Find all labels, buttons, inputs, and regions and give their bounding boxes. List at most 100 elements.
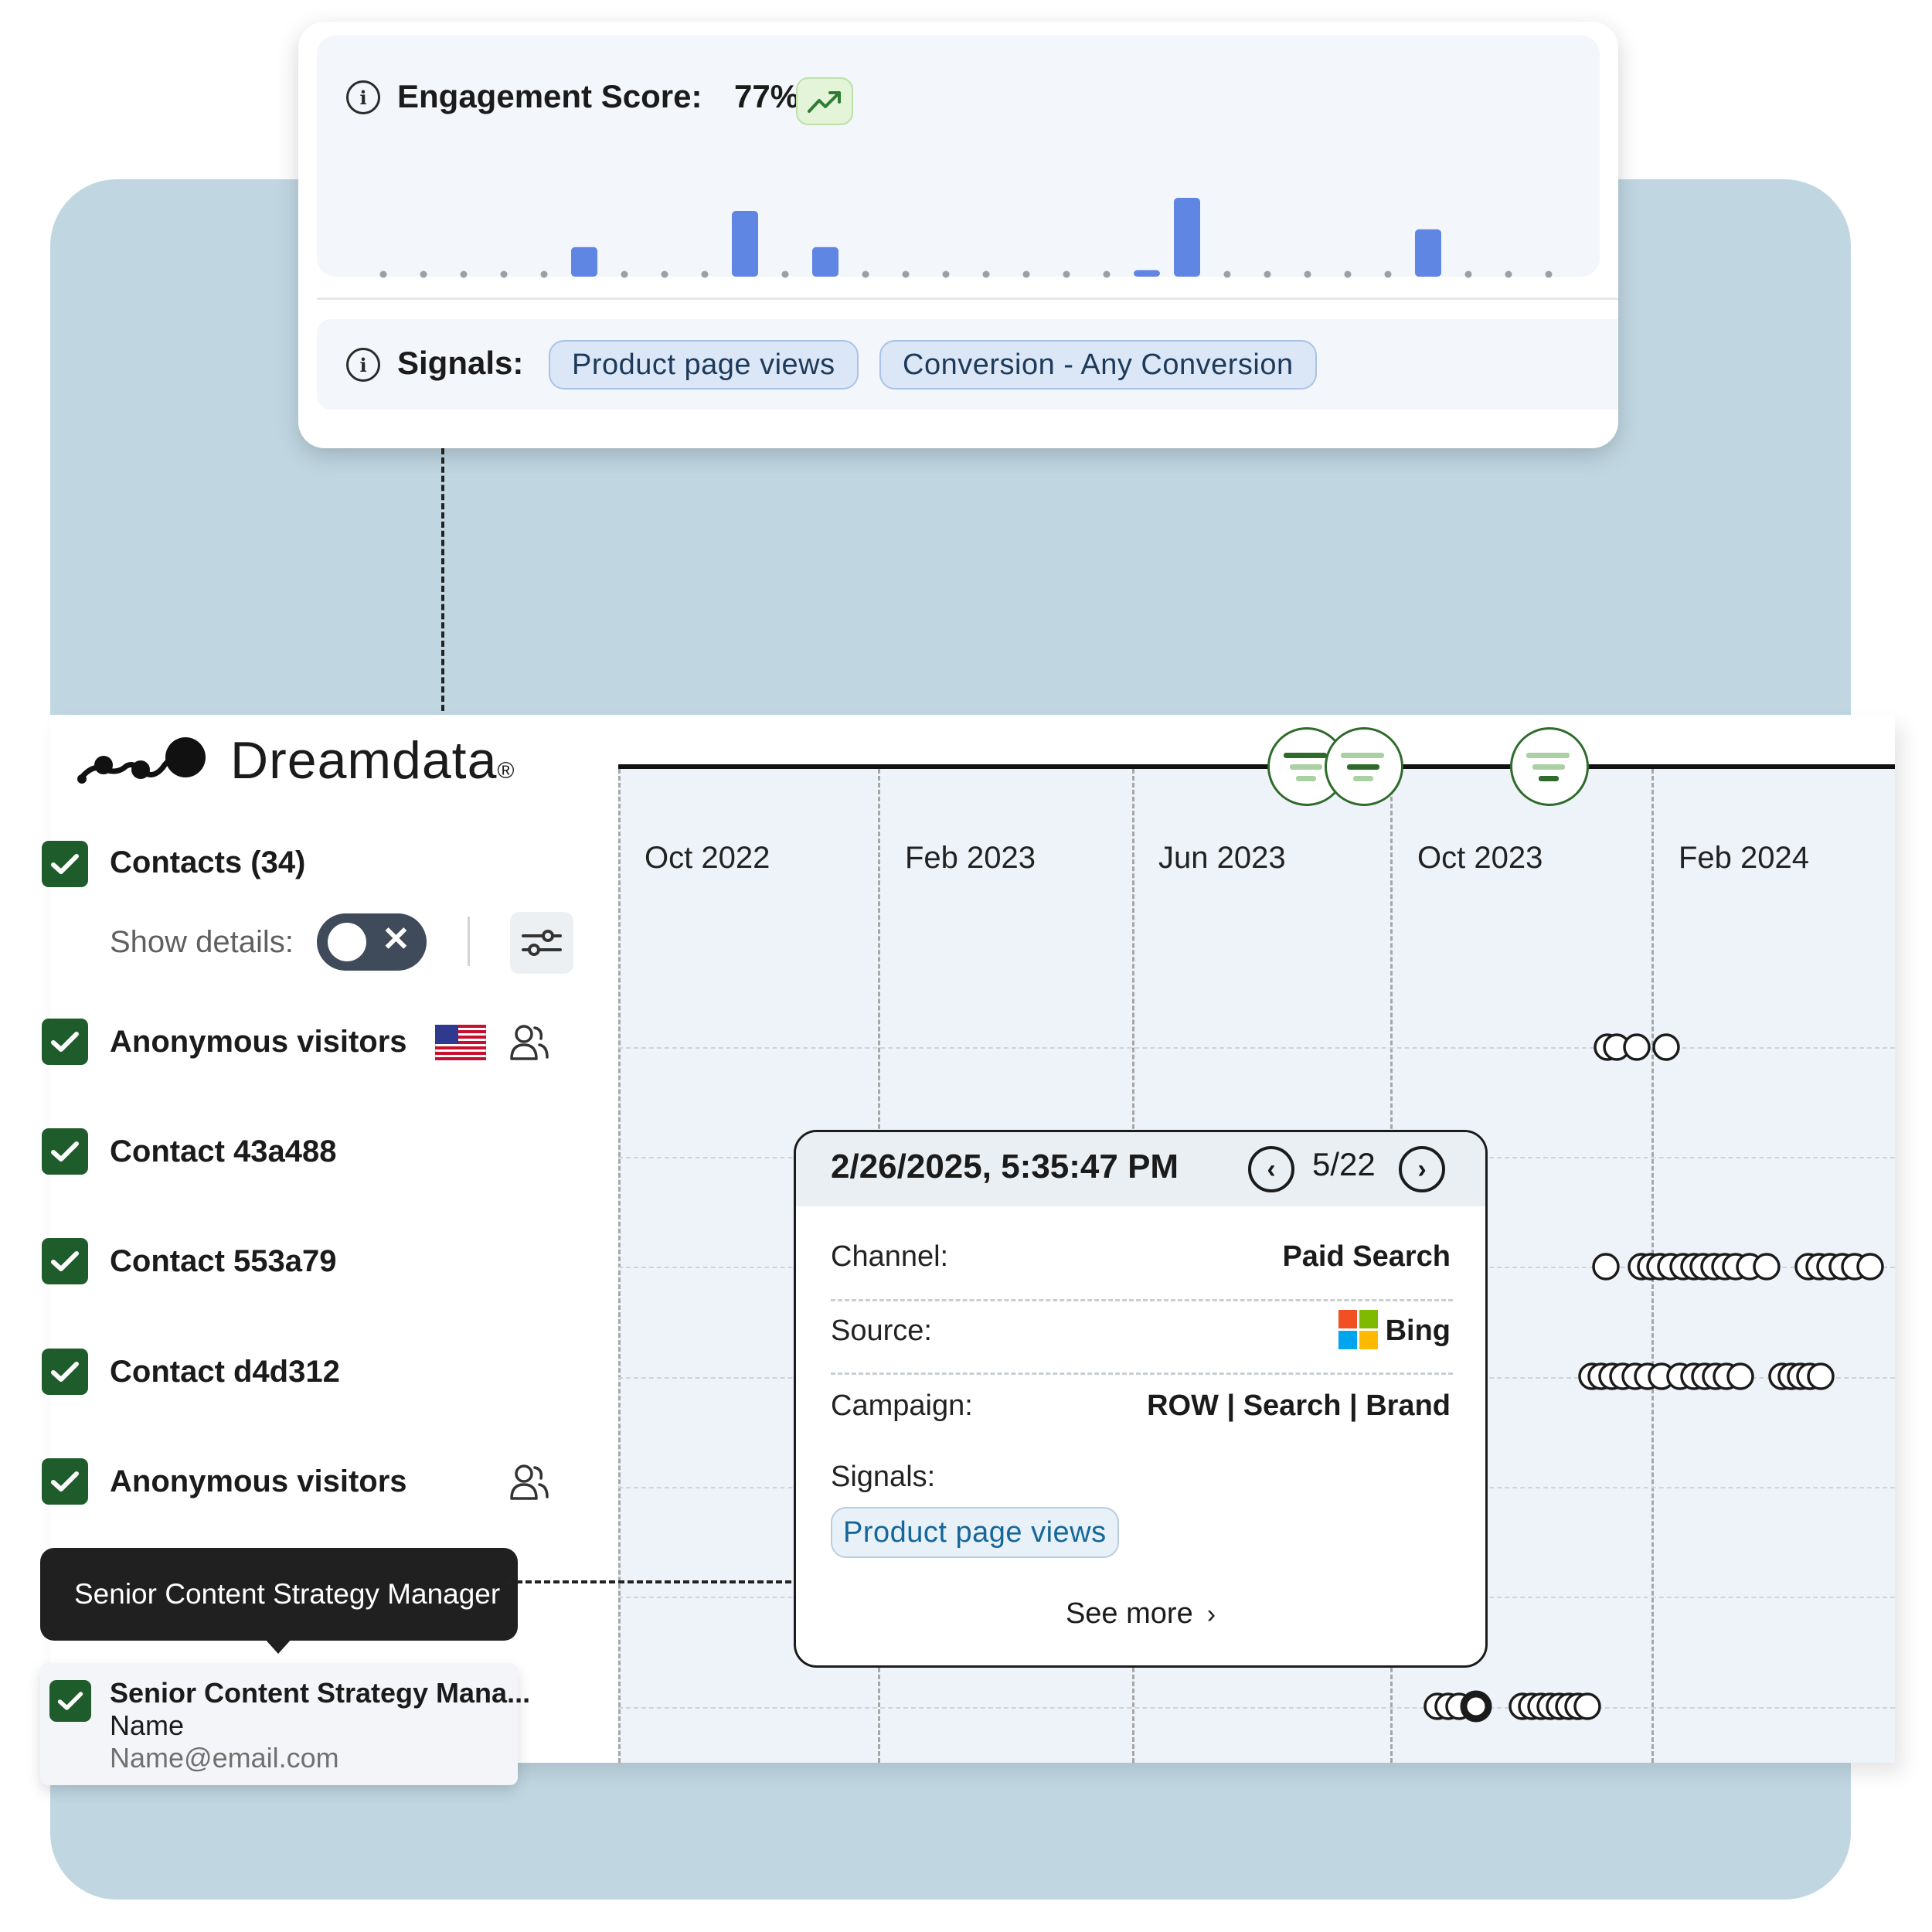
month-label: Oct 2022 [645,841,770,875]
people-icon [510,1464,549,1500]
engagement-card: i Engagement Score: 77% i Signals: Produ… [298,22,1618,448]
brand-name: Dreamdata® [230,731,515,790]
row-checkbox[interactable] [42,1349,88,1395]
row-checkbox[interactable] [42,1019,88,1065]
contacts-checkbox[interactable] [42,841,88,887]
engagement-sparkline [379,198,1553,278]
campaign-value: ROW | Search | Brand [1147,1389,1451,1422]
connector-line [441,448,444,711]
popup-divider [831,1372,1453,1375]
sparkline-bar [1174,198,1200,277]
tooltip-arrow [264,1638,292,1654]
trending-up-icon[interactable] [796,77,853,125]
popup-signals-label: Signals: [831,1461,936,1493]
signal-chip-product-page-views[interactable]: Product page views [549,340,859,389]
month-label: Jun 2023 [1158,841,1286,875]
sparkline-dot [1264,270,1271,278]
row-label-anonymous-visitors[interactable]: Anonymous visitors [110,1025,407,1060]
month-label: Feb 2024 [1679,841,1810,875]
timeline-axis [618,764,1895,769]
chevron-right-icon: › [1206,1600,1216,1629]
contact-card[interactable]: Senior Content Strategy Mana... Name Nam… [40,1663,530,1785]
sparkline-bar [571,247,597,277]
source-value: Bing [1385,1315,1451,1347]
sparkline-dot [1063,270,1070,278]
row-label-contact[interactable]: Contact 553a79 [110,1244,336,1279]
sparkline-dot [661,270,668,278]
month-label: Oct 2023 [1417,841,1543,875]
engagement-score-section: i Engagement Score: 77% [317,36,1600,278]
campaign-label: Campaign: [831,1389,973,1422]
signals-section: i Signals: Product page views Conversion… [317,319,1618,410]
touchpoint-details-popup: 2/26/2025, 5:35:47 PM ‹ 5/22 › Channel: … [794,1130,1488,1668]
channel-value: Paid Search [1282,1240,1451,1273]
row-checkbox[interactable] [42,1458,88,1505]
contact-title: Senior Content Strategy Mana... [110,1677,531,1709]
sparkline-dot [621,270,628,278]
sparkline-dot [460,270,468,278]
chevron-left-icon[interactable]: ‹ [1248,1146,1294,1192]
show-details-toggle[interactable]: ✕ [317,913,427,971]
signal-chip-conversion[interactable]: Conversion - Any Conversion [879,340,1317,389]
sparkline-dot [379,270,387,278]
dreamdata-logo-icon [77,737,206,784]
microsoft-logo-icon [1338,1310,1378,1349]
sparkline-bar [812,247,838,277]
sparkline-bar [732,211,758,277]
popup-signal-chip[interactable]: Product page views [831,1507,1119,1558]
sparkline-dot [420,270,427,278]
sparkline-dot [500,270,508,278]
sparkline-dot [1223,270,1231,278]
popup-header: 2/26/2025, 5:35:47 PM ‹ 5/22 › [796,1132,1485,1206]
sparkline-dot [1304,270,1311,278]
sparkline-dot [540,270,548,278]
sparkline-dot [1103,270,1111,278]
sparkline-bar [1415,229,1441,277]
connector-line [507,1580,801,1583]
sparkline-bar [1134,270,1160,277]
touchpoint-datetime: 2/26/2025, 5:35:47 PM [831,1148,1179,1185]
sparkline-dot [862,270,869,278]
contact-name: Name [110,1709,185,1741]
us-flag-icon [435,1025,486,1060]
see-more-link[interactable]: See more › [796,1597,1485,1631]
engagement-score-value: 77% [734,78,800,114]
source-label: Source: [831,1315,932,1347]
signal-marker-filter-icon[interactable] [1325,727,1403,806]
sparkline-dot [1384,270,1392,278]
contact-email: Name@email.com [110,1742,339,1774]
signals-label: Signals: [397,345,524,381]
engagement-score-label: Engagement Score: [397,78,702,114]
job-title-tooltip: Senior Content Strategy Manager [40,1548,518,1641]
sparkline-dot [1022,270,1030,278]
people-icon [510,1025,549,1060]
signal-marker-filter-icon[interactable] [1510,727,1589,806]
sparkline-dot [781,270,789,278]
card-divider [317,298,1618,300]
row-label-anonymous-visitors[interactable]: Anonymous visitors [110,1464,407,1499]
channel-label: Channel: [831,1240,949,1273]
chevron-right-icon[interactable]: › [1399,1146,1445,1192]
row-label-contact[interactable]: Contact 43a488 [110,1134,336,1169]
sliders-icon[interactable] [510,912,573,974]
show-details-label: Show details: [110,925,294,959]
sparkline-dot [1505,270,1512,278]
row-checkbox[interactable] [42,1128,88,1175]
sparkline-dot [982,270,990,278]
row-label-contact[interactable]: Contact d4d312 [110,1355,340,1389]
info-icon[interactable]: i [346,80,380,114]
sparkline-dot [701,270,709,278]
sparkline-dot [1545,270,1553,278]
popup-divider [831,1299,1453,1301]
info-icon[interactable]: i [346,348,380,382]
row-checkbox[interactable] [42,1238,88,1284]
toolbar-divider [468,917,470,966]
sparkline-dot [902,270,910,278]
month-label: Feb 2023 [905,841,1036,875]
sparkline-dot [1344,270,1352,278]
sparkline-dot [942,270,950,278]
contact-checkbox[interactable] [49,1680,91,1722]
sparkline-dot [1464,270,1472,278]
contacts-header: Contacts (34) [110,845,306,879]
touchpoint-pager: 5/22 [1312,1146,1376,1182]
